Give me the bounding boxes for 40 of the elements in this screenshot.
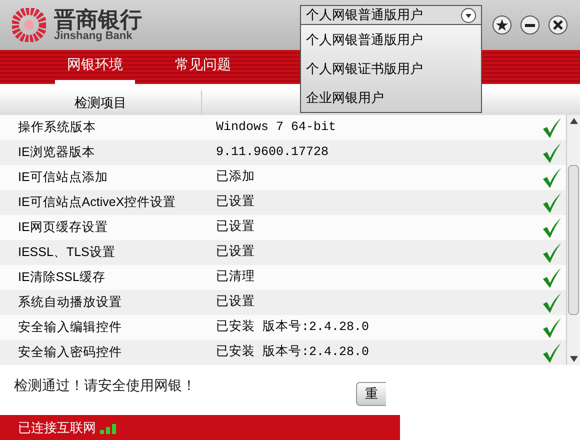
table-cell-text: IE可信站点添加 <box>17 169 109 186</box>
table-cell-text: 已设置 <box>215 218 256 236</box>
minimize-icon[interactable] <box>520 15 540 35</box>
scroll-thumb[interactable] <box>568 165 579 315</box>
table-cell-text: IE网页缓存设置 <box>17 219 109 236</box>
scroll-up-icon[interactable] <box>570 118 578 124</box>
scroll-down-icon[interactable] <box>570 356 578 362</box>
close-icon[interactable] <box>548 15 568 35</box>
table-cell-text: 安全输入编辑控件 <box>17 319 123 336</box>
logo-icon <box>12 8 46 42</box>
table-cell-text: 已添加 <box>215 168 256 186</box>
status-message: 检测通过！请安全使用网银！ <box>14 376 196 395</box>
star-button-icon[interactable] <box>492 15 512 35</box>
table-cell-text: 已设置 <box>215 194 256 212</box>
table-cell-text: IE清除SSL缓存 <box>17 269 106 286</box>
table-cell-text: Windows 7 64-bit <box>215 119 338 136</box>
dropdown-option[interactable]: 个人网银普通版用户 <box>301 25 481 54</box>
signal-icon <box>100 422 116 434</box>
table-cell-text: 安全输入密码控件 <box>17 344 123 362</box>
table-cell-text: 已安装 版本号:2.4.28.0 <box>215 344 370 362</box>
table-cell-text: 已清理 <box>215 268 256 286</box>
table-cell-text: 9.11.9600.17728 <box>215 144 330 162</box>
table-cell-text: 已设置 <box>215 294 256 312</box>
table-cell-text: 系统自动播放设置 <box>17 294 123 312</box>
table-cell-text: IESSL、TLS设置 <box>17 244 116 262</box>
bank-name: 晋商银行 <box>54 8 142 30</box>
recheck-button[interactable]: 重 <box>356 382 386 406</box>
dropdown-option[interactable]: 个人网银证书版用户 <box>301 54 481 83</box>
scrollbar[interactable] <box>566 115 580 365</box>
table-cell-text: 已安装 版本号:2.4.28.0 <box>215 318 370 336</box>
table-cell-text: 已设置 <box>215 244 256 262</box>
connection-status: 已连接互联网 <box>18 418 96 437</box>
tab[interactable]: 常见问题 <box>163 54 243 84</box>
table-cell-text: 操作系统版本 <box>17 119 97 136</box>
bank-subtitle: Jinshang Bank <box>54 30 132 42</box>
user-type-dropdown[interactable]: 个人网银普通版用户 <box>300 5 482 25</box>
table-cell-text: IE浏览器版本 <box>17 144 96 162</box>
table-cell-text: IE可信站点ActiveX控件设置 <box>17 194 178 212</box>
tab[interactable]: 网银环境 <box>55 54 135 84</box>
dropdown-option[interactable]: 企业网银用户 <box>301 83 481 112</box>
